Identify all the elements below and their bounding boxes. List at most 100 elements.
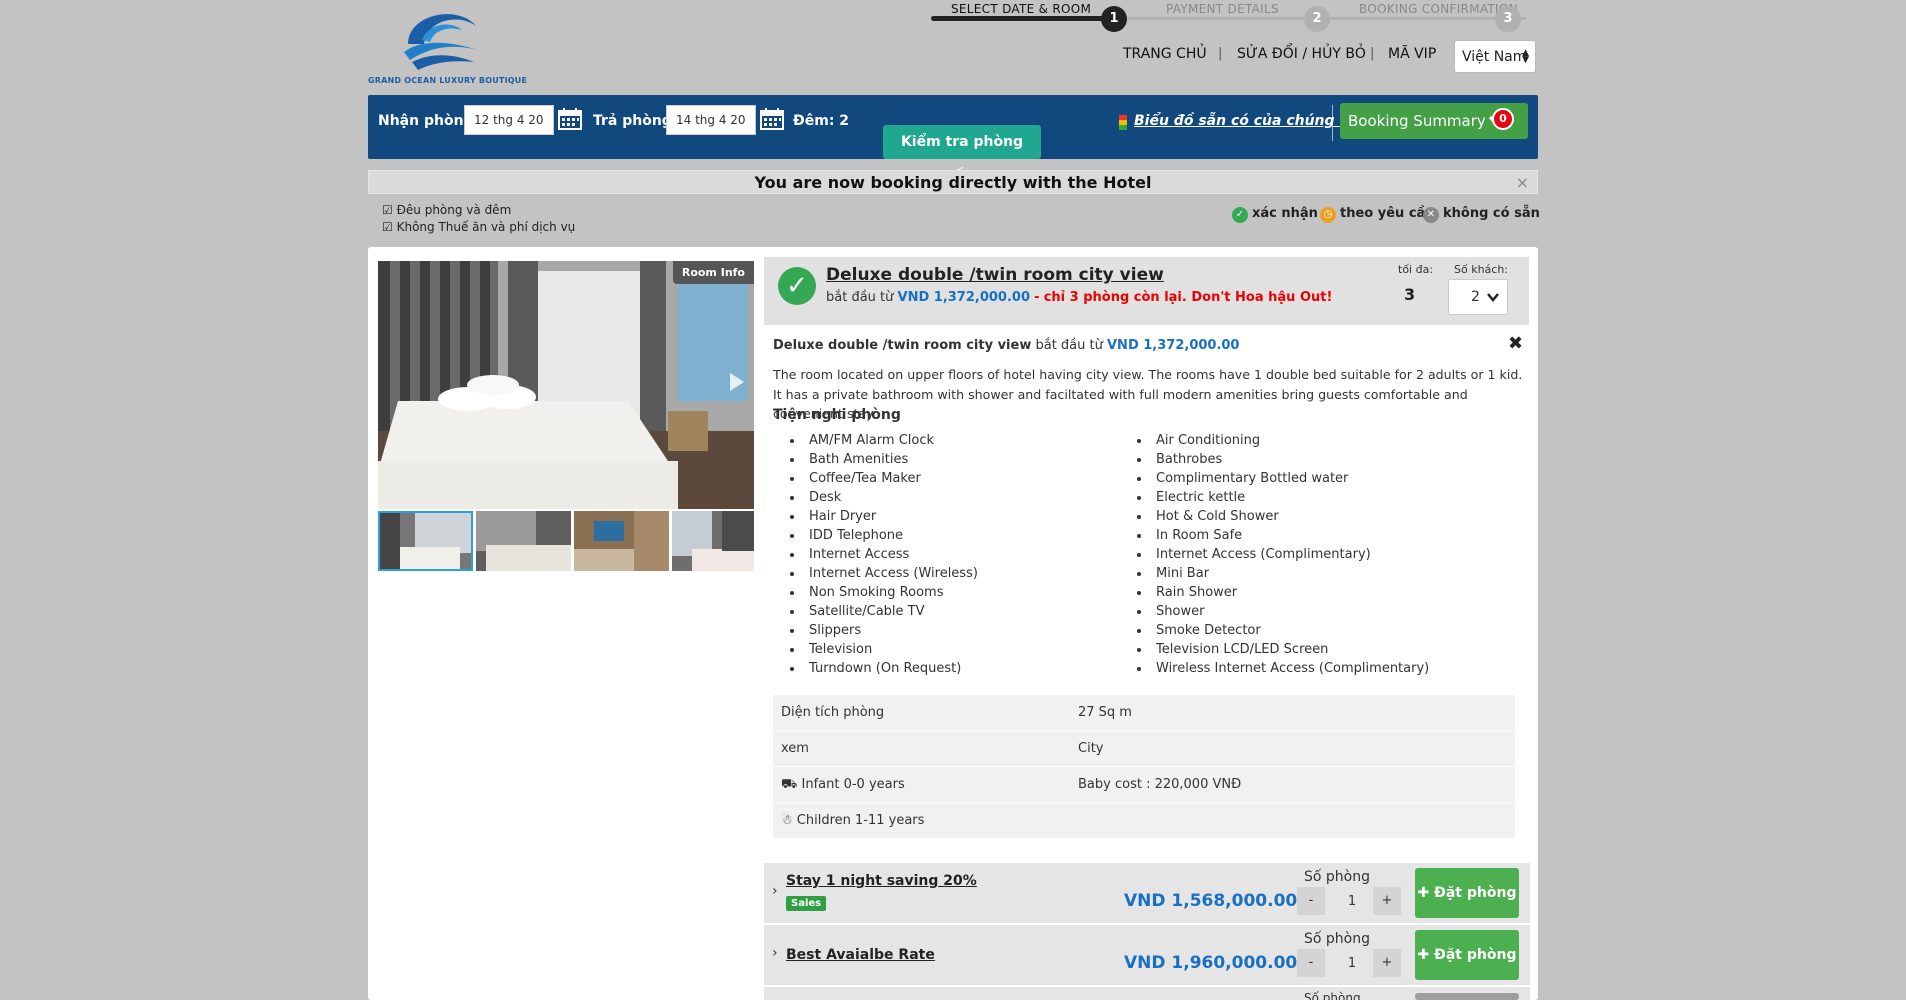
step-progress-active [931, 16, 1116, 21]
summary-count-badge: 0 [1492, 108, 1514, 130]
amenities-heading: Tiện nghi phòng [773, 407, 901, 423]
step-2-number: 2 [1304, 6, 1330, 32]
spec-row: xem City [773, 730, 1515, 766]
check-availability-button[interactable]: Kiểm tra phòng trống [883, 125, 1041, 184]
room-thumbnail[interactable] [672, 511, 754, 571]
checkin-input[interactable] [464, 105, 554, 135]
room-thumbnail[interactable] [574, 511, 669, 571]
rate-name[interactable]: Stay 1 night saving 20% [786, 873, 977, 889]
legend-on-request: theo yêu cầu [1340, 206, 1435, 221]
on-request-icon: ◷ [1320, 207, 1336, 223]
unavailable-icon: ✕ [1423, 207, 1439, 223]
step-2-label: PAYMENT DETAILS [1166, 2, 1279, 16]
amenity-item: Bathrobes [1136, 450, 1429, 469]
rate-price: VND 1,960,000.00 [1124, 953, 1298, 973]
room-thumbnail[interactable] [476, 511, 571, 571]
room-name[interactable]: Deluxe double /twin room city view [826, 265, 1164, 285]
nights-count: Đêm: 2 [793, 113, 850, 129]
spec-key: xem [781, 741, 809, 756]
next-photo-icon[interactable] [730, 373, 744, 391]
spec-key-text: Infant 0-0 years [801, 777, 905, 792]
nav-modify-cancel[interactable]: SỬA ĐỔI / HỦY BỎ [1237, 46, 1366, 62]
amenity-item: Satellite/Cable TV [790, 602, 978, 621]
spec-value: City [1078, 741, 1104, 756]
book-room-button[interactable] [1415, 993, 1519, 1000]
note-text: Không Thuế ăn và phí dịch vụ [396, 220, 576, 234]
amenity-item: Slippers [790, 621, 978, 640]
amenity-item: Desk [790, 488, 978, 507]
amenity-item: Electric kettle [1136, 488, 1429, 507]
room-specs-table: Diện tích phòng 27 Sq m xem City ⛟ Infan… [773, 694, 1515, 838]
rate-row: Số phòng [764, 987, 1530, 1000]
checkbox-icon: ☑ [382, 203, 393, 217]
booking-summary-label: Booking Summary [1348, 112, 1486, 130]
chevron-right-icon[interactable]: › [772, 883, 778, 899]
room-main-photo[interactable]: Room Info [378, 261, 754, 509]
availability-chart-link[interactable]: Biểu đồ sẵn có của chúng tôi [1134, 113, 1361, 129]
booking-summary-button[interactable]: Booking Summary 0 [1340, 103, 1528, 139]
rate-name[interactable]: Best Avaialbe Rate [786, 947, 935, 963]
step-1-number: 1 [1101, 6, 1127, 32]
note-text: Đêu phòng và đêm [396, 203, 512, 217]
confirmed-icon: ✓ [1232, 207, 1248, 223]
thumbnail-image [380, 513, 471, 569]
nav-home[interactable]: TRANG CHỦ [1123, 46, 1207, 62]
checkbox-icon: ☑ [382, 220, 393, 234]
rooms-qty-value[interactable]: 1 [1337, 894, 1367, 909]
amenity-item: Wireless Internet Access (Complimentary) [1136, 661, 1430, 676]
nav-vip-code[interactable]: MÃ VIP [1388, 46, 1436, 62]
dash: - [1034, 290, 1040, 305]
plus-icon: ✚ [1417, 947, 1430, 963]
amenity-item: In Room Safe [1136, 526, 1429, 545]
book-room-button[interactable]: ✚ Đặt phòng [1415, 930, 1519, 980]
close-icon[interactable]: ✖ [1508, 333, 1523, 354]
from-label: bắt đầu từ [826, 290, 894, 305]
amenity-item: Hair Dryer [790, 507, 978, 526]
book-room-button[interactable]: ✚ Đặt phòng [1415, 868, 1519, 918]
decrease-qty-button[interactable]: - [1297, 887, 1325, 915]
amenity-item: Internet Access [790, 545, 978, 564]
close-icon[interactable]: × [1516, 171, 1529, 194]
spec-key-text: Children 1-11 years [796, 813, 925, 828]
logo-wave-icon [404, 14, 478, 70]
checkout-input[interactable] [666, 105, 756, 135]
guests-select[interactable]: 2 [1448, 279, 1508, 315]
rooms-qty-label: Số phòng [1304, 931, 1370, 947]
rooms-qty-value[interactable]: 1 [1337, 956, 1367, 971]
amenity-item: Shower [1136, 602, 1429, 621]
increase-qty-button[interactable]: + [1373, 949, 1401, 977]
amenity-item: Bath Amenities [790, 450, 978, 469]
guests-value: 2 [1471, 289, 1480, 305]
decrease-qty-button[interactable]: - [1297, 949, 1325, 977]
amenity-item: Hot & Cold Shower [1136, 507, 1429, 526]
legend-unavailable: không có sẵn [1443, 206, 1540, 221]
amenity-item: Coffee/Tea Maker [790, 469, 978, 488]
book-label: Đặt phòng [1434, 947, 1517, 963]
spec-value: 27 Sq m [1078, 705, 1132, 720]
spec-key: Diện tích phòng [781, 705, 885, 720]
amenities-list-right: Air Conditioning Bathrobes Complimentary B… [1136, 431, 1430, 678]
increase-qty-button[interactable]: + [1373, 887, 1401, 915]
room-desc-heading: Deluxe double /twin room city view bắt đ… [773, 338, 1239, 353]
amenity-item: Turndown (On Request) [790, 659, 978, 678]
room-desc-from-label: bắt đầu từ [1035, 338, 1103, 353]
amenity-item: Complimentary Bottled water [1136, 469, 1429, 488]
calendar-icon[interactable] [558, 108, 582, 130]
room-desc-price: VND 1,372,000.00 [1107, 338, 1240, 353]
available-check-icon: ✓ [778, 267, 816, 305]
amenity-item: Non Smoking Rooms [790, 583, 978, 602]
amenity-item: Television LCD/LED Screen [1136, 640, 1429, 659]
direct-booking-banner: You are now booking directly with the Ho… [368, 170, 1538, 194]
select-arrows-icon: ▲ ▼ [1522, 48, 1529, 65]
stroller-icon: ⛟ [781, 777, 798, 792]
room-info-label[interactable]: Room Info [672, 261, 754, 284]
chevron-down-icon [1487, 293, 1499, 302]
room-thumbnail[interactable] [378, 511, 473, 571]
chevron-right-icon[interactable]: › [772, 945, 778, 961]
hotel-logo[interactable]: GRAND OCEAN LUXURY BOUTIQUE [368, 4, 527, 86]
room-desc-name: Deluxe double /twin room city view [773, 338, 1032, 353]
spec-row: ⛟ Infant 0-0 years Baby cost : 220,000 V… [773, 766, 1515, 802]
calendar-icon[interactable] [760, 108, 784, 130]
rooms-qty-label: Số phòng [1304, 869, 1370, 885]
language-select[interactable]: Việt Nam ▲ ▼ [1454, 40, 1536, 73]
